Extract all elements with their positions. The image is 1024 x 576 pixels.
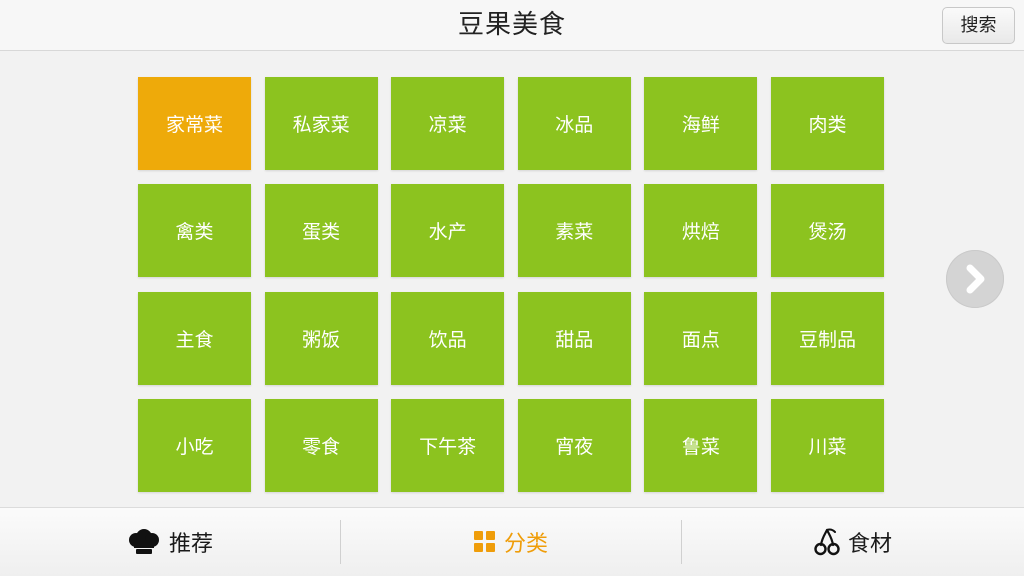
category-tile[interactable]: 甜品 xyxy=(517,291,631,385)
category-tile[interactable]: 饮品 xyxy=(391,291,505,385)
category-tile[interactable]: 鲁菜 xyxy=(644,398,758,492)
bottom-nav: 推荐 分类 食材 xyxy=(0,507,1024,576)
tab-ingredients-label: 食材 xyxy=(847,532,892,557)
top-bar: 豆果美食 搜索 xyxy=(0,0,1024,51)
search-button[interactable]: 搜索 xyxy=(942,7,1015,44)
category-tile[interactable]: 豆制品 xyxy=(770,291,884,385)
category-tile[interactable]: 零食 xyxy=(264,398,378,492)
category-tile[interactable]: 素菜 xyxy=(517,184,631,278)
category-tile[interactable]: 川菜 xyxy=(770,398,884,492)
category-tile[interactable]: 家常菜 xyxy=(138,77,251,170)
app-title: 豆果美食 xyxy=(457,10,566,40)
tab-categories-label: 分类 xyxy=(503,532,548,557)
category-tile[interactable]: 海鲜 xyxy=(644,77,758,170)
category-tile[interactable]: 面点 xyxy=(644,291,758,385)
category-tile[interactable]: 凉菜 xyxy=(391,77,505,170)
category-tile[interactable]: 冰品 xyxy=(517,77,631,170)
tab-categories[interactable]: 分类 xyxy=(341,508,681,576)
category-tile[interactable]: 烘焙 xyxy=(644,184,758,278)
category-tile[interactable]: 蛋类 xyxy=(264,184,378,278)
category-tile[interactable]: 禽类 xyxy=(138,184,251,278)
category-tile[interactable]: 下午茶 xyxy=(391,398,505,492)
grid-icon xyxy=(473,531,496,553)
category-tile[interactable]: 宵夜 xyxy=(517,398,631,492)
next-page-button[interactable] xyxy=(946,250,1004,308)
chevron-right-icon xyxy=(966,264,985,294)
chef-hat-icon xyxy=(127,529,161,555)
category-tile[interactable]: 主食 xyxy=(138,291,251,385)
category-tile[interactable]: 小吃 xyxy=(138,398,251,492)
category-tile[interactable]: 水产 xyxy=(391,184,505,278)
category-tile[interactable]: 粥饭 xyxy=(264,291,378,385)
tab-recommend[interactable]: 推荐 xyxy=(0,508,340,576)
category-tile[interactable]: 煲汤 xyxy=(770,184,884,278)
tab-ingredients[interactable]: 食材 xyxy=(682,508,1024,576)
category-grid: 家常菜 私家菜 凉菜 冰品 海鲜 肉类 禽类 蛋类 水产 素菜 烘焙 煲汤 主食… xyxy=(138,77,884,493)
category-tile[interactable]: 肉类 xyxy=(770,77,884,170)
category-tile[interactable]: 私家菜 xyxy=(264,77,378,170)
tab-recommend-label: 推荐 xyxy=(168,532,213,557)
cherries-icon xyxy=(814,528,840,556)
